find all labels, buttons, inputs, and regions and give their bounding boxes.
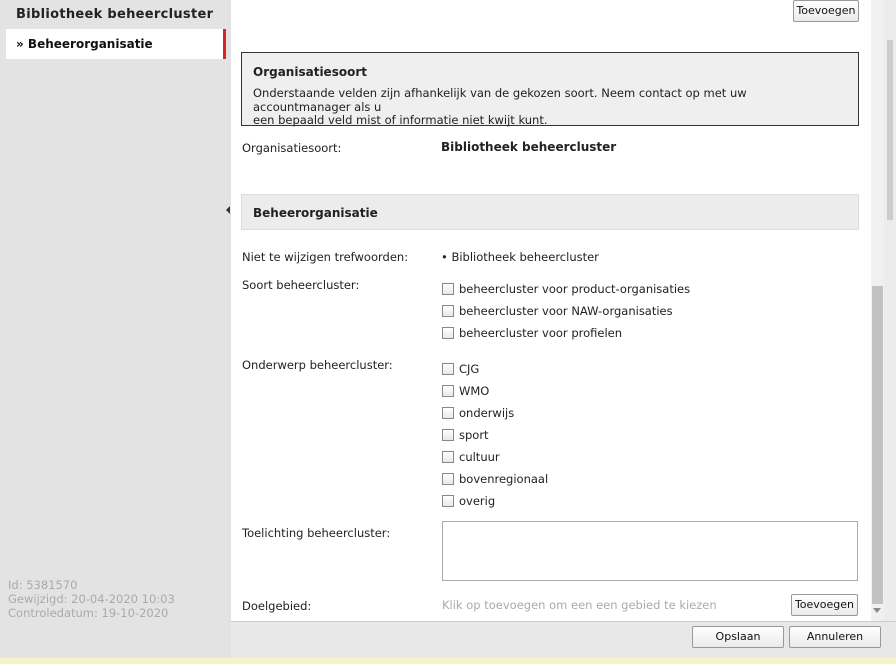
- target-area-hint: Klik op toevoegen om een een gebied te k…: [442, 598, 717, 612]
- checkbox-onderwijs[interactable]: onderwijs: [442, 405, 514, 421]
- checkbox-label: sport: [459, 428, 489, 442]
- explanation-label: Toelichting beheercluster:: [242, 526, 391, 540]
- checkbox[interactable]: [442, 429, 454, 441]
- checkbox-label: bovenregionaal: [459, 472, 549, 486]
- checkbox[interactable]: [442, 363, 454, 375]
- explanation-textarea[interactable]: [442, 521, 858, 581]
- checkbox[interactable]: [442, 473, 454, 485]
- checkbox-label: beheercluster voor profielen: [459, 326, 623, 340]
- checkbox-label: cultuur: [459, 450, 500, 464]
- checkbox-product-organisaties[interactable]: beheercluster voor product-organisaties: [442, 281, 690, 297]
- notice-title: Organisatiesoort: [253, 65, 367, 79]
- record-modified: Gewijzigd: 20-04-2020 10:03: [8, 592, 175, 606]
- checkbox[interactable]: [442, 451, 454, 463]
- checkbox[interactable]: [442, 385, 454, 397]
- checkbox-sport[interactable]: sport: [442, 427, 489, 443]
- section-header-beheerorganisatie: Beheerorganisatie: [241, 194, 859, 230]
- target-area-add-button[interactable]: Toevoegen: [791, 594, 858, 616]
- form-panel: Toevoegen Organisatiesoort Onderstaande …: [231, 0, 871, 621]
- checkbox[interactable]: [442, 495, 454, 507]
- checkbox[interactable]: [442, 327, 454, 339]
- checkbox-label: onderwijs: [459, 406, 515, 420]
- top-add-button[interactable]: Toevoegen: [793, 0, 859, 22]
- cluster-type-label: Soort beheercluster:: [242, 278, 360, 292]
- page-scrollbar-thumb[interactable]: [887, 40, 893, 220]
- checkbox-label: beheercluster voor product-organisaties: [459, 282, 691, 296]
- bottom-strip: [0, 658, 896, 664]
- checkbox-bovenregionaal[interactable]: bovenregionaal: [442, 471, 548, 487]
- checkbox-cjg[interactable]: CJG: [442, 361, 479, 377]
- notice-text: Onderstaande velden zijn afhankelijk van…: [253, 86, 847, 128]
- save-button[interactable]: Opslaan: [692, 626, 784, 648]
- notice-text-line-2: een bepaald veld mist of informatie niet…: [253, 113, 548, 127]
- checkbox[interactable]: [442, 283, 454, 295]
- org-type-notice: Organisatiesoort Onderstaande velden zij…: [241, 52, 859, 128]
- checkbox-naw-organisaties[interactable]: beheercluster voor NAW-organisaties: [442, 303, 673, 319]
- checkbox-cultuur[interactable]: cultuur: [442, 449, 500, 465]
- checkbox-label: beheercluster voor NAW-organisaties: [459, 304, 673, 318]
- scroll-down-icon[interactable]: [873, 608, 881, 613]
- cluster-subject-label: Onderwerp beheercluster:: [242, 358, 393, 372]
- checkbox-label: CJG: [459, 362, 480, 376]
- checkbox-overig[interactable]: overig: [442, 493, 495, 509]
- checkbox[interactable]: [442, 305, 454, 317]
- collapse-sidebar-icon[interactable]: [226, 206, 230, 214]
- keywords-label: Niet te wijzigen trefwoorden:: [242, 250, 409, 264]
- target-area-label: Doelgebied:: [242, 599, 312, 613]
- org-type-value: Bibliotheek beheercluster: [441, 140, 617, 154]
- sidebar-title: Bibliotheek beheercluster: [16, 7, 214, 22]
- sidebar: Bibliotheek beheercluster » Beheerorgani…: [0, 0, 231, 664]
- checkbox-profielen[interactable]: beheercluster voor profielen: [442, 325, 622, 341]
- record-id: Id: 5381570: [8, 578, 78, 592]
- sidebar-item-beheerorganisatie[interactable]: » Beheerorganisatie: [6, 29, 226, 59]
- record-control-date: Controledatum: 19-10-2020: [8, 606, 169, 620]
- notice-text-line-1: Onderstaande velden zijn afhankelijk van…: [253, 86, 747, 114]
- checkbox[interactable]: [442, 407, 454, 419]
- checkbox-wmo[interactable]: WMO: [442, 383, 489, 399]
- record-meta: Id: 5381570 Gewijzigd: 20-04-2020 10:03 …: [8, 578, 175, 620]
- form-scrollbar-thumb[interactable]: [872, 286, 883, 604]
- org-type-label: Organisatiesoort:: [242, 141, 342, 155]
- checkbox-label: overig: [459, 494, 496, 508]
- checkbox-label: WMO: [459, 384, 490, 398]
- cancel-button[interactable]: Annuleren: [789, 626, 881, 648]
- keywords-value: • Bibliotheek beheercluster: [441, 250, 599, 264]
